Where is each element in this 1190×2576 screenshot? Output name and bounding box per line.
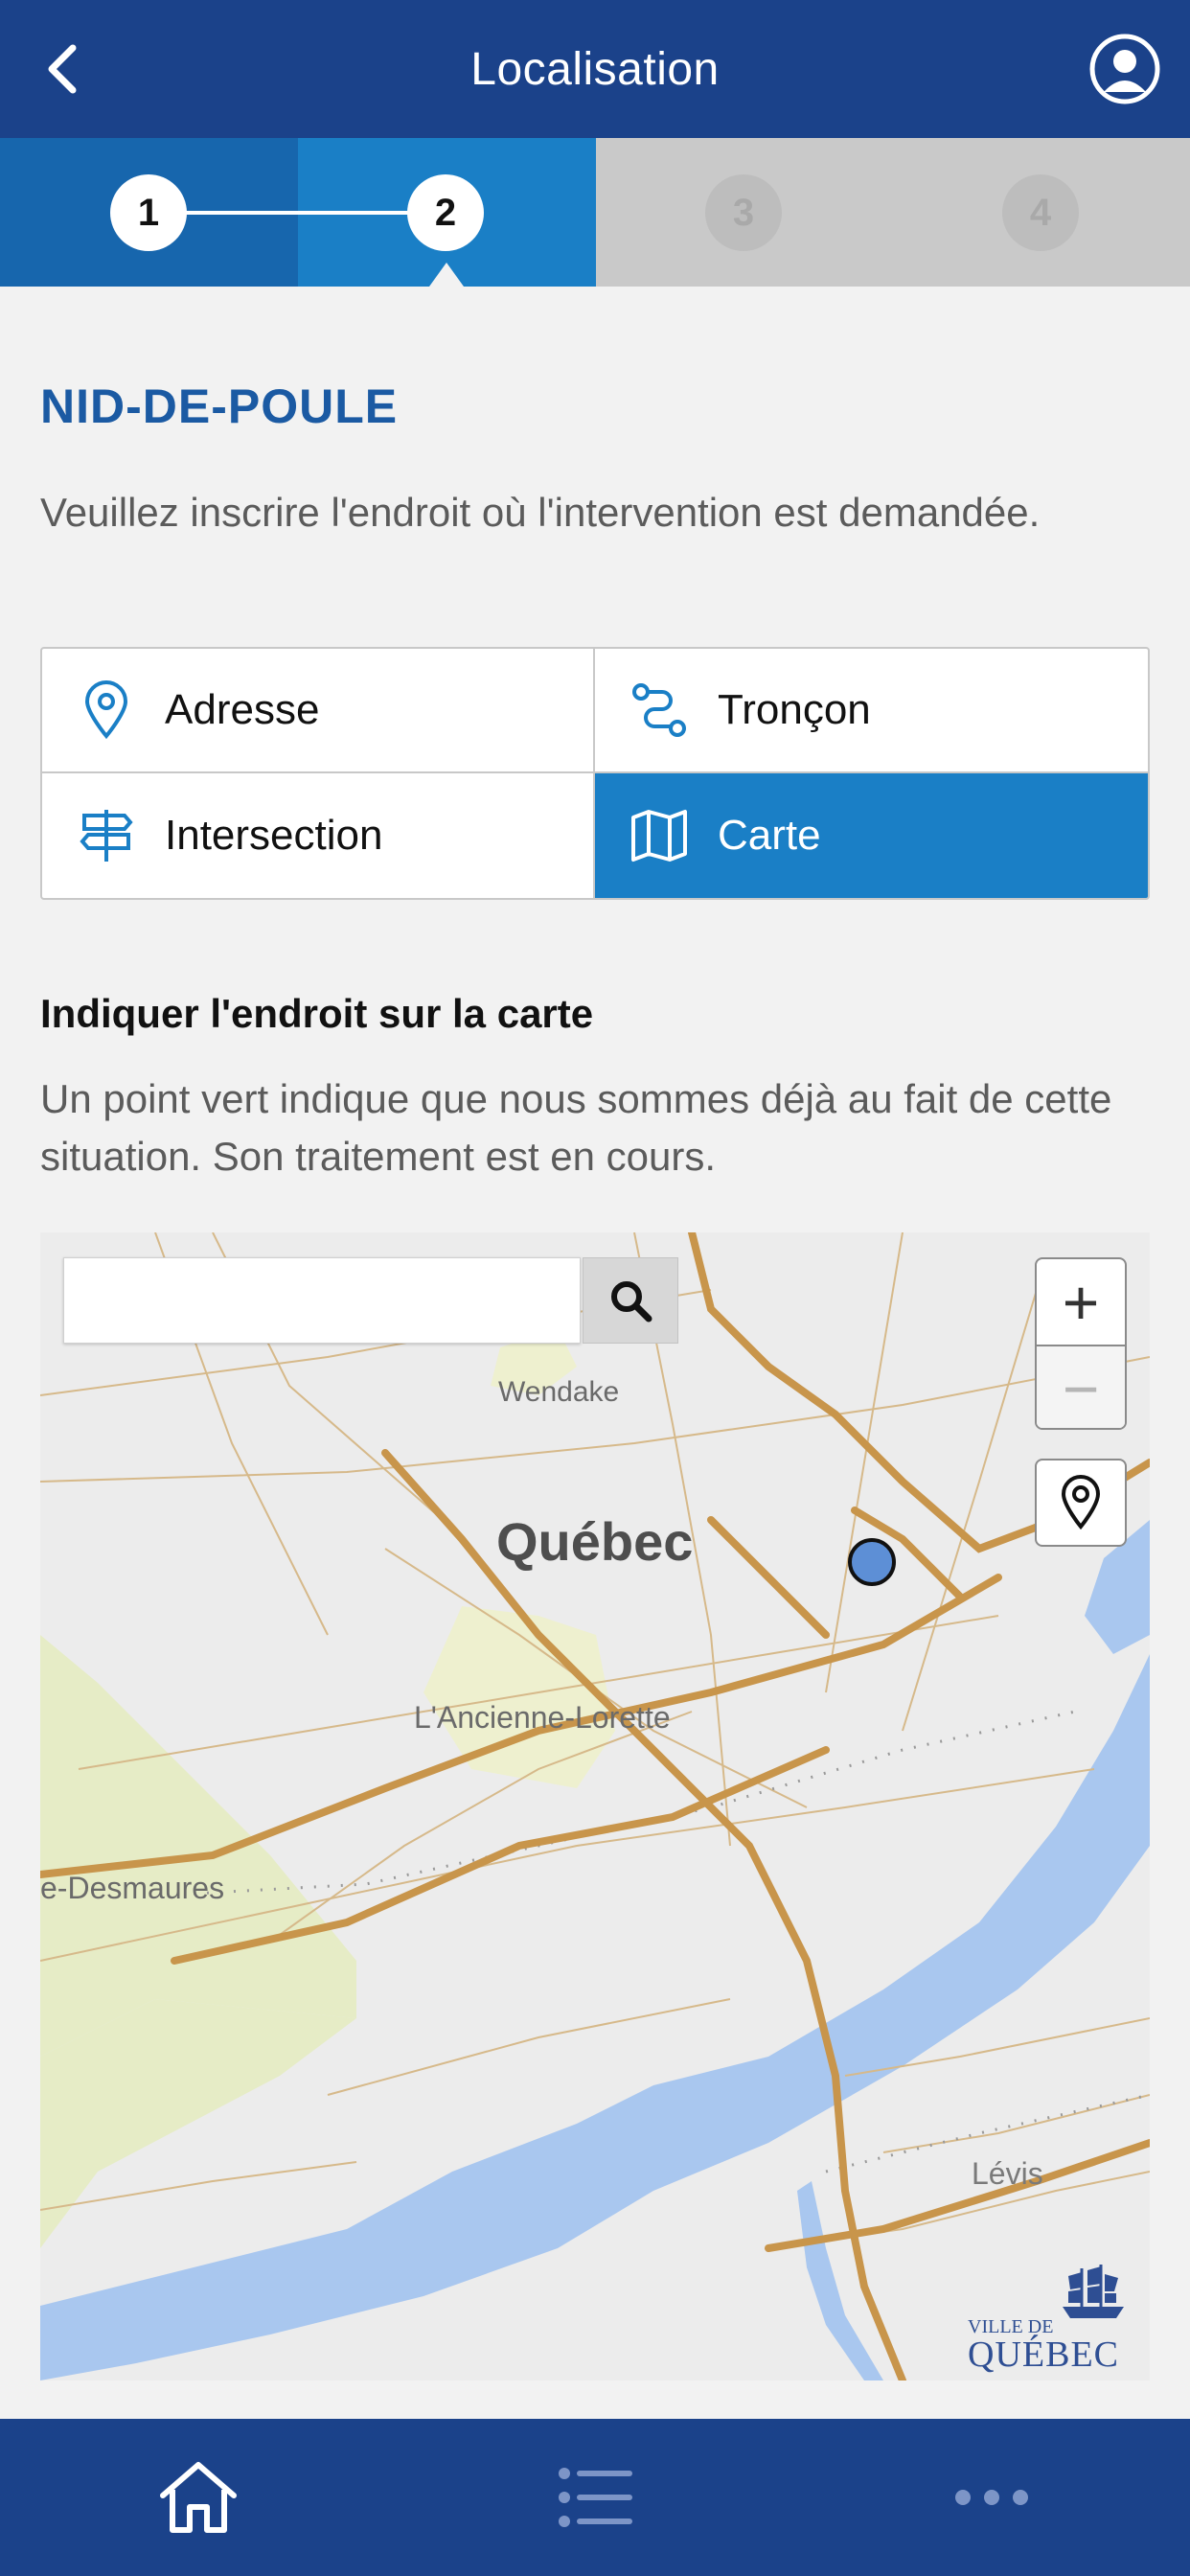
map-label-wendake: Wendake [498,1376,620,1408]
option-label: Tronçon [718,686,871,733]
user-circle-icon [1089,34,1160,104]
map-label-quebec: Québec [496,1511,694,1572]
location-marker[interactable] [848,1538,896,1586]
signpost-icon [77,806,136,865]
map-heading: Indiquer l'endroit sur la carte [40,991,594,1036]
map-search-button[interactable] [583,1257,678,1344]
route-icon [629,680,689,740]
progress-stepper: 1 2 3 4 [0,138,1190,287]
section-title: NID-DE-POULE [40,380,399,433]
option-label: Adresse [165,686,320,733]
list-icon [559,2468,632,2527]
map-search-input[interactable] [63,1257,581,1344]
ship-logo-icon [1063,2265,1124,2318]
location-instructions: Veuillez inscrire l'endroit où l'interve… [40,490,1041,535]
nav-home[interactable] [0,2419,397,2576]
location-type-selector: Adresse Tronçon Intersection Carte [40,647,1150,900]
map-label-desmaures: e-Desmaures [40,1871,225,1905]
back-button[interactable] [29,34,98,104]
app-header: Localisation [0,0,1190,138]
step-2[interactable]: 2 [407,174,484,251]
map-label-levis: Lévis [972,2156,1043,2191]
map-description: Un point vert indique que nous sommes dé… [40,1076,1112,1179]
map-icon [629,806,689,865]
home-icon [160,2462,237,2533]
step-1[interactable]: 1 [110,174,187,251]
zoom-in-label: + [1062,1266,1100,1338]
page-title: Localisation [470,43,720,95]
nav-more[interactable] [793,2419,1190,2576]
step-3: 3 [705,174,782,251]
search-icon [611,1281,652,1322]
map-pin-icon [77,680,136,740]
option-carte[interactable]: Carte [595,773,1148,898]
bottom-navigation [0,2419,1190,2576]
logo-text-big: QUÉBEC [968,2334,1119,2375]
zoom-out-label: − [1062,1352,1100,1424]
zoom-controls: + − [1035,1257,1127,1430]
option-adresse[interactable]: Adresse [42,649,595,773]
step-4: 4 [1002,174,1079,251]
zoom-in-button[interactable]: + [1037,1259,1125,1345]
map-pin-icon [1061,1475,1101,1530]
chevron-left-icon [48,44,77,94]
map-label-ancienne-lorette: L'Ancienne-Lorette [414,1700,671,1735]
option-intersection[interactable]: Intersection [42,773,595,898]
ville-de-quebec-logo: VILLE DE QUÉBEC [964,2263,1146,2375]
option-troncon[interactable]: Tronçon [595,649,1148,773]
account-button[interactable] [1088,33,1161,105]
option-label: Intersection [165,812,383,859]
nav-list[interactable] [397,2419,793,2576]
option-label: Carte [718,812,821,859]
current-step-indicator [429,263,464,287]
location-map[interactable]: Wendake Québec L'Ancienne-Lorette e-Desm… [40,1232,1150,2380]
locate-button[interactable] [1035,1459,1127,1547]
step-connector [149,211,446,215]
more-icon [955,2490,1028,2505]
zoom-out-button[interactable]: − [1037,1345,1125,1428]
